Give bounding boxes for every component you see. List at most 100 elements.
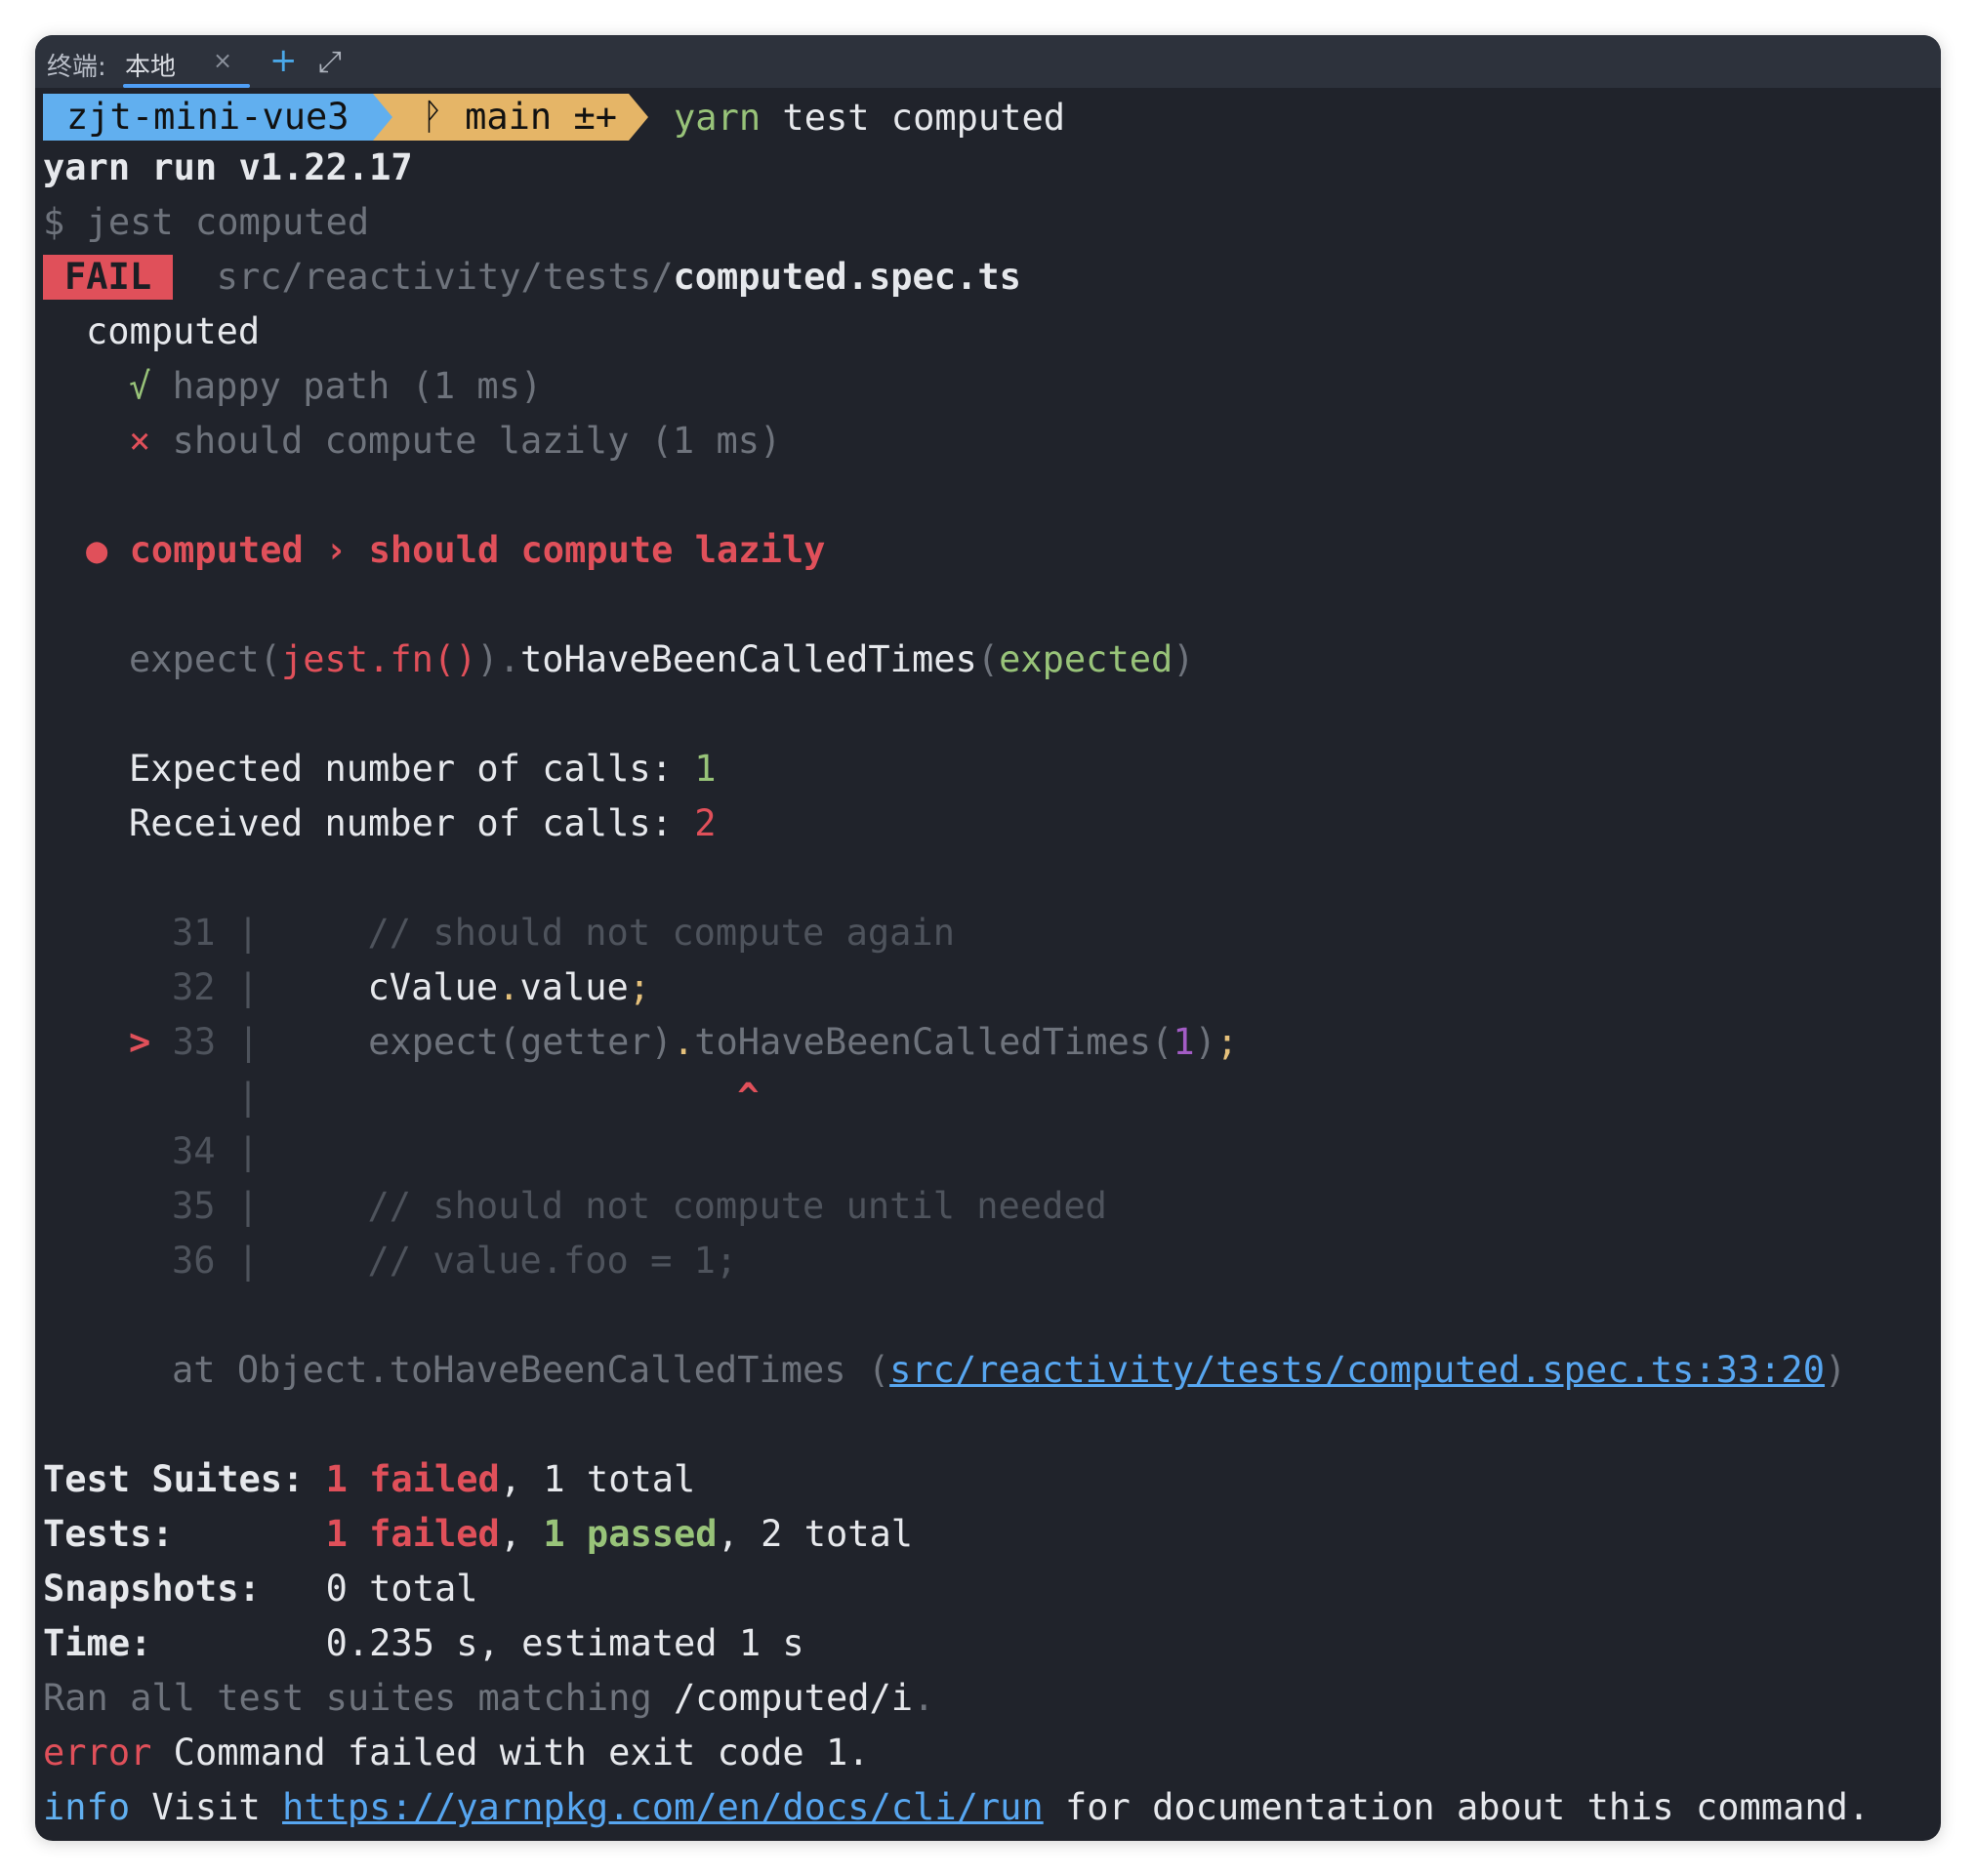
command-args: test computed <box>761 96 1066 139</box>
info-text: for documentation about this command. <box>1043 1786 1871 1828</box>
code-line-32: 32 | cValue.value; <box>172 960 650 1015</box>
info-text: Visit <box>130 1786 283 1828</box>
maximize-icon[interactable]: ⤢ <box>318 45 342 79</box>
fail-line: FAIL src/reactivity/tests/computed.spec.… <box>43 250 1021 305</box>
add-tab-icon[interactable]: + <box>269 41 298 80</box>
line-number: 32 <box>172 966 216 1008</box>
line-number: 31 <box>172 912 216 954</box>
prompt-git-branch: ᚹ main ±+ <box>391 94 630 141</box>
code-comment: // should not compute until needed <box>367 1185 1107 1227</box>
summary-value: 0.235 s, estimated 1 s <box>325 1622 804 1664</box>
summary-value: 0 total <box>325 1568 478 1610</box>
matcher-name: toHaveBeenCalledTimes <box>519 638 977 680</box>
test-result-pass: √ happy path (1 ms) <box>129 359 542 414</box>
docs-link[interactable]: https://yarnpkg.com/en/docs/cli/run <box>282 1786 1044 1828</box>
command-yarn: yarn <box>674 96 762 139</box>
summary-time: Time: 0.235 s, estimated 1 s <box>43 1616 804 1671</box>
error-title: computed › should compute lazily <box>129 529 826 571</box>
matcher-received: jest.fn() <box>280 638 477 680</box>
summary-sep: , <box>499 1513 544 1555</box>
line-number: 34 <box>172 1130 216 1172</box>
bullet-icon: ● <box>86 529 108 571</box>
caret-icon: ^ <box>737 1076 760 1118</box>
terminal-window: 终端: 本地 × + ⤢ zjt-mini-vue3 ᚹ main ±+ yar… <box>35 35 1941 1841</box>
summary-total: , 1 total <box>499 1458 696 1500</box>
summary-label: Test Suites: <box>43 1458 326 1500</box>
summary-tests: Tests: 1 failed, 1 passed, 2 total <box>43 1507 913 1562</box>
info-label: info <box>43 1786 131 1828</box>
ran-text: . <box>913 1677 935 1719</box>
line-number: 35 <box>172 1185 216 1227</box>
expected-label: Expected number of calls: <box>129 748 695 790</box>
code-token: ; <box>628 966 651 1008</box>
suite-name: computed <box>86 310 261 352</box>
matcher-expected: expected <box>999 638 1173 680</box>
info-line: info Visit https://yarnpkg.com/en/docs/c… <box>43 1780 1870 1835</box>
check-icon: √ <box>129 365 151 407</box>
received-label: Received number of calls: <box>129 802 695 844</box>
shell-prompt: zjt-mini-vue3 ᚹ main ±+ yarn test comput… <box>43 94 1065 141</box>
active-tab-indicator <box>123 84 250 88</box>
code-line-34: 34 | <box>172 1124 259 1179</box>
matcher-part: ( <box>976 638 1000 680</box>
code-token: expect(getter) <box>368 1021 673 1063</box>
code-comment: // should not compute again <box>367 912 955 954</box>
gutter: | <box>237 1021 260 1063</box>
error-heading: ● computed › should compute lazily <box>86 523 825 578</box>
code-token: value <box>519 966 629 1008</box>
expected-value: 1 <box>694 748 717 790</box>
ran-suites-line: Ran all test suites matching /computed/i… <box>43 1671 934 1726</box>
yarn-version-line: yarn run v1.22.17 <box>43 146 413 188</box>
matcher-part: ). <box>476 638 520 680</box>
error-label: error <box>43 1732 152 1774</box>
code-token: . <box>672 1021 695 1063</box>
summary-label: Time: <box>43 1622 326 1664</box>
test-name: happy path (1 ms) <box>172 365 543 407</box>
terminal-tabbar: 终端: 本地 × + ⤢ <box>35 35 1941 88</box>
fail-path-dir: src/reactivity/tests/ <box>216 256 674 298</box>
stack-trace-link[interactable]: src/reactivity/tests/computed.spec.ts:33… <box>889 1349 1825 1391</box>
terminal-label: 终端: <box>47 53 106 82</box>
branch-name: main <box>465 96 553 138</box>
expected-calls-line: Expected number of calls: 1 <box>129 742 716 796</box>
received-calls-line: Received number of calls: 2 <box>129 796 716 851</box>
matcher-part: expect( <box>129 638 281 680</box>
code-line-31: 31 | // should not compute again <box>172 906 955 960</box>
error-message: Command failed with exit code 1. <box>151 1732 870 1774</box>
ran-pattern: /computed/i <box>674 1677 914 1719</box>
line-number: 33 <box>172 1021 217 1063</box>
code-token: cValue <box>367 966 499 1008</box>
fail-badge: FAIL <box>43 255 174 300</box>
test-name: should compute lazily (1 ms) <box>172 420 782 462</box>
prompt-separator <box>629 94 649 141</box>
code-line-33: > 33 | expect(getter).toHaveBeenCalledTi… <box>129 1015 1238 1070</box>
summary-label: Snapshots: <box>43 1568 326 1610</box>
summary-failed: 1 failed <box>325 1513 500 1555</box>
close-icon[interactable]: × <box>213 47 232 74</box>
code-token: 1 <box>1173 1021 1195 1063</box>
code-line-36: 36 | // value.foo = 1; <box>172 1234 737 1288</box>
fail-path-file: computed.spec.ts <box>673 256 1021 298</box>
error-line: error Command failed with exit code 1. <box>43 1726 870 1780</box>
code-token: toHaveBeenCalledTimes( <box>694 1021 1173 1063</box>
git-status: ±+ <box>573 96 618 138</box>
git-branch-icon: ᚹ <box>421 96 443 138</box>
line-number: 36 <box>172 1240 216 1282</box>
summary-label: Tests: <box>43 1513 326 1555</box>
test-result-fail: × should compute lazily (1 ms) <box>129 414 781 469</box>
cross-icon: × <box>129 420 151 462</box>
stack-prefix: at Object.toHaveBeenCalledTimes ( <box>172 1349 890 1391</box>
stack-trace-line: at Object.toHaveBeenCalledTimes (src/rea… <box>172 1343 1846 1398</box>
code-line-35: 35 | // should not compute until needed <box>172 1179 1107 1234</box>
received-value: 2 <box>694 802 717 844</box>
gutter: | <box>236 966 260 1008</box>
summary-suites: Test Suites: 1 failed, 1 total <box>43 1452 695 1507</box>
tab-local[interactable]: 本地 <box>125 47 176 83</box>
summary-passed: 1 passed <box>543 1513 718 1555</box>
summary-total: , 2 total <box>717 1513 914 1555</box>
code-caret-line: | ^ <box>172 1070 760 1124</box>
summary-snapshots: Snapshots: 0 total <box>43 1562 478 1616</box>
code-token: . <box>498 966 520 1008</box>
ran-text: Ran all test suites matching <box>43 1677 675 1719</box>
code-comment: // value.foo = 1; <box>367 1240 738 1282</box>
